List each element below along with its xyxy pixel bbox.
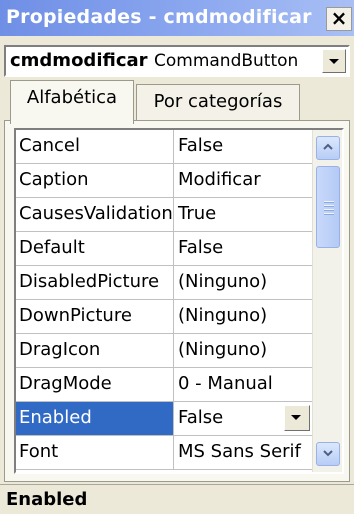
property-value[interactable]: (Ninguno)	[175, 300, 312, 333]
property-row[interactable]: Default False	[16, 232, 312, 266]
value-dropdown-button[interactable]	[284, 405, 310, 431]
property-name: DragIcon	[16, 334, 174, 367]
property-name: Caption	[16, 164, 174, 197]
grip-line	[324, 201, 334, 203]
property-row[interactable]: Caption Modificar	[16, 164, 312, 198]
property-name: Default	[16, 232, 174, 265]
tab-strip: Alfabética Por categorías	[4, 80, 350, 124]
close-button[interactable]: ×	[326, 7, 352, 31]
grip-line	[324, 205, 334, 207]
chevron-down-icon	[329, 59, 339, 64]
grip-line	[324, 209, 334, 211]
tab-por-categorias[interactable]: Por categorías	[136, 84, 300, 122]
chevron-up-icon	[323, 143, 333, 150]
property-row[interactable]: Cancel False	[16, 130, 312, 164]
property-row[interactable]: DownPicture (Ninguno)	[16, 300, 312, 334]
property-grid: Cancel False Caption Modificar CausesVal…	[14, 128, 344, 474]
property-value[interactable]: False	[175, 130, 312, 163]
property-value[interactable]: True	[175, 198, 312, 231]
description-pane: Enabled	[0, 484, 354, 514]
grip-line	[324, 213, 334, 215]
property-name: DragMode	[16, 368, 174, 401]
property-row[interactable]: DisabledPicture (Ninguno)	[16, 266, 312, 300]
vertical-scrollbar[interactable]	[312, 130, 342, 472]
window-title: Propiedades - cmdmodificar	[6, 6, 312, 28]
chevron-down-icon	[291, 415, 301, 420]
property-value[interactable]: False	[175, 232, 312, 265]
object-type: CommandButton	[154, 51, 299, 71]
description-title: Enabled	[6, 489, 88, 510]
property-row[interactable]: CausesValidation True	[16, 198, 312, 232]
property-value[interactable]: (Ninguno)	[175, 334, 312, 367]
property-name: CausesValidation	[16, 198, 174, 231]
property-value[interactable]: 0 - Manual	[175, 368, 312, 401]
property-name: Cancel	[16, 130, 174, 163]
property-row[interactable]: Font MS Sans Serif	[16, 436, 312, 470]
property-name: Font	[16, 436, 174, 469]
property-row-selected[interactable]: Enabled False	[16, 402, 312, 436]
property-value[interactable]: Modificar	[175, 164, 312, 197]
scroll-thumb[interactable]	[316, 166, 340, 248]
object-name: cmdmodificar	[10, 50, 148, 71]
property-name: Enabled	[16, 402, 174, 435]
chevron-down-icon	[323, 450, 333, 457]
object-selector[interactable]: cmdmodificar CommandButton	[4, 45, 350, 77]
property-value[interactable]: (Ninguno)	[175, 266, 312, 299]
property-value[interactable]: MS Sans Serif	[175, 436, 312, 469]
scroll-up-button[interactable]	[316, 136, 340, 160]
property-name: DownPicture	[16, 300, 174, 333]
property-row[interactable]: DragMode 0 - Manual	[16, 368, 312, 402]
tab-alfabetica[interactable]: Alfabética	[10, 80, 134, 124]
title-bar[interactable]: Propiedades - cmdmodificar ×	[0, 0, 354, 36]
property-name: DisabledPicture	[16, 266, 174, 299]
object-dropdown-button[interactable]	[322, 49, 346, 73]
scroll-down-button[interactable]	[316, 442, 340, 466]
property-row[interactable]: DragIcon (Ninguno)	[16, 334, 312, 368]
